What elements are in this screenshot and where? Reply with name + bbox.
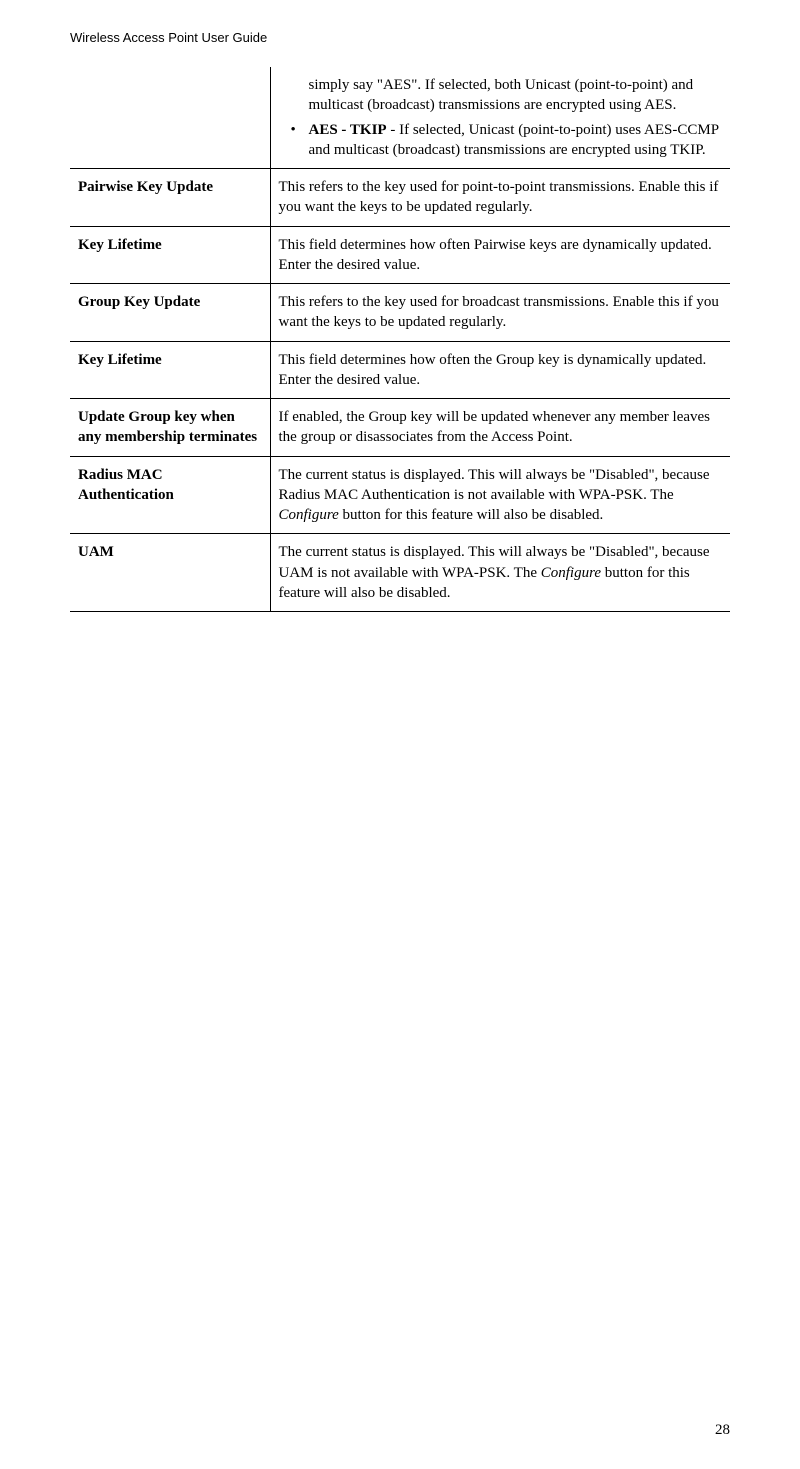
row-label: Key Lifetime [70, 341, 270, 399]
table-row: simply say "AES". If selected, both Unic… [70, 67, 730, 169]
row-label: Key Lifetime [70, 226, 270, 284]
row-text-italic: Configure [541, 565, 601, 581]
bullet-icon: • [291, 120, 296, 140]
table-row: Update Group key when any membership ter… [70, 399, 730, 457]
row-label: UAM [70, 534, 270, 612]
page-header: Wireless Access Point User Guide [70, 30, 730, 45]
bullet-sep: - [387, 122, 400, 138]
row-label: Group Key Update [70, 284, 270, 342]
table-row: Radius MAC Authentication The current st… [70, 456, 730, 534]
bullet-title: AES - TKIP [309, 122, 387, 138]
row-content: This refers to the key used for broadcas… [270, 284, 730, 342]
table-row: UAM The current status is displayed. Thi… [70, 534, 730, 612]
row-content: This field determines how often Pairwise… [270, 226, 730, 284]
row-content: If enabled, the Group key will be update… [270, 399, 730, 457]
row-label: Update Group key when any membership ter… [70, 399, 270, 457]
row-text-post: button for this feature will also be dis… [339, 507, 604, 523]
row-text-pre: The current status is displayed. This wi… [279, 467, 710, 503]
row-intro-text: simply say "AES". If selected, both Unic… [279, 75, 721, 116]
table-row: Key Lifetime This field determines how o… [70, 226, 730, 284]
list-item: • AES - TKIP - If selected, Unicast (poi… [309, 120, 721, 161]
row-content: The current status is displayed. This wi… [270, 534, 730, 612]
table-row: Pairwise Key Update This refers to the k… [70, 169, 730, 227]
row-content: simply say "AES". If selected, both Unic… [270, 67, 730, 169]
row-content: This field determines how often the Grou… [270, 341, 730, 399]
page-number: 28 [715, 1422, 730, 1439]
row-label: Pairwise Key Update [70, 169, 270, 227]
row-content: The current status is displayed. This wi… [270, 456, 730, 534]
row-label [70, 67, 270, 169]
table-row: Group Key Update This refers to the key … [70, 284, 730, 342]
row-text-italic: Configure [279, 507, 339, 523]
settings-table: simply say "AES". If selected, both Unic… [70, 67, 730, 612]
table-row: Key Lifetime This field determines how o… [70, 341, 730, 399]
row-label: Radius MAC Authentication [70, 456, 270, 534]
row-content: This refers to the key used for point-to… [270, 169, 730, 227]
